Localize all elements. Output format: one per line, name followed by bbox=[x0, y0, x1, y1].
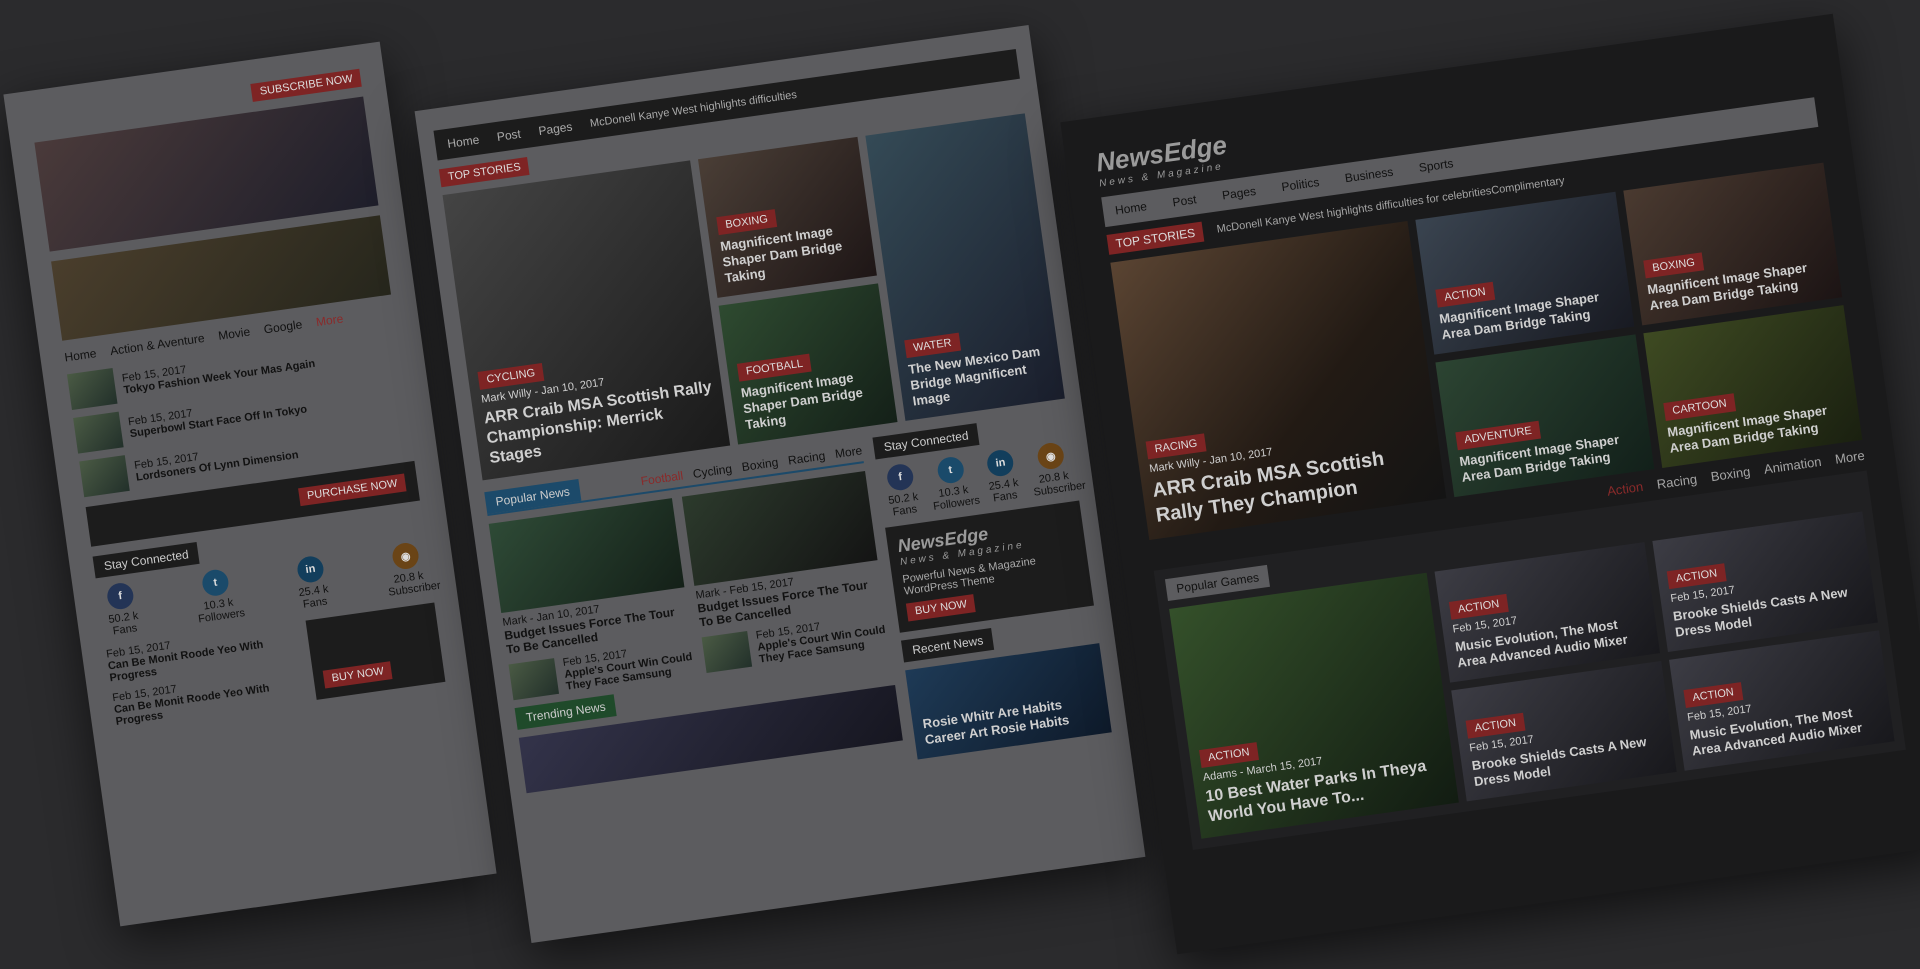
article-tile[interactable]: Water The New Mexico Dam Bridge Magnifice… bbox=[865, 113, 1065, 422]
social-linkedin[interactable]: in 25.4 k Fans bbox=[287, 553, 338, 612]
section-heading: Stay Connected bbox=[872, 423, 980, 460]
social-twitter[interactable]: t 10.3 k Followers bbox=[192, 567, 246, 625]
nav-home[interactable]: Home bbox=[446, 133, 480, 151]
section-heading: Popular News bbox=[484, 479, 582, 515]
nav-pages[interactable]: Pages bbox=[538, 120, 574, 139]
buy-now-button[interactable]: Buy Now bbox=[322, 661, 393, 689]
game-feature[interactable]: Action Adams - March 15, 2017 10 Best Wate… bbox=[1169, 572, 1459, 839]
rss-icon: ◉ bbox=[390, 541, 421, 571]
left-posts: Feb 15, 2017 Can Be Monit Roode Yeo With … bbox=[106, 622, 307, 728]
left-ad: Buy Now bbox=[305, 602, 446, 700]
rss-icon: ◉ bbox=[1036, 441, 1066, 472]
game-card[interactable]: Action Feb 15, 2017 Music Evolution, The M… bbox=[1669, 630, 1895, 771]
article-tile[interactable]: Football Magnificent Image Shaper Dam Bri… bbox=[718, 283, 898, 445]
article-tile[interactable]: Adventure Magnificent Image Shaper Area D… bbox=[1435, 334, 1655, 498]
game-card[interactable]: Action Feb 15, 2017 Brooke Shields Casts A… bbox=[1652, 511, 1878, 652]
right-page-mockup: NewsEdge News & Magazine Home Post Pages … bbox=[1060, 13, 1920, 955]
buy-now-button[interactable]: Buy Now bbox=[905, 594, 977, 622]
nav-business[interactable]: Business bbox=[1344, 165, 1394, 186]
article-card[interactable]: Mark - Jan 10, 2017 Budget Issues Force T… bbox=[488, 498, 691, 657]
game-card[interactable]: Action Feb 15, 2017 Brooke Shields Casts A… bbox=[1451, 660, 1677, 802]
tab[interactable]: Boxing bbox=[1710, 464, 1751, 484]
facebook-icon: f bbox=[105, 581, 136, 611]
tab[interactable]: More bbox=[1834, 448, 1865, 467]
linkedin-icon: in bbox=[985, 448, 1016, 479]
linkedin-icon: in bbox=[295, 554, 326, 585]
section-heading: Popular Games bbox=[1164, 564, 1271, 602]
social-facebook[interactable]: f 50.2 k Fans bbox=[877, 462, 928, 521]
tab[interactable]: Action & Aventure bbox=[109, 331, 205, 358]
stay-connected-widget: Stay Connected f 50.2 k Fans t 10.3 k Follow… bbox=[872, 411, 1112, 760]
tab[interactable]: Action bbox=[1606, 479, 1644, 499]
nav-pages[interactable]: Pages bbox=[1221, 184, 1257, 203]
tab[interactable]: Boxing bbox=[741, 455, 779, 474]
hero-article[interactable]: Cycling Mark Willy - Jan 10, 2017 ARR Crai… bbox=[442, 160, 731, 481]
nav-sports[interactable]: Sports bbox=[1418, 156, 1454, 175]
article-tile[interactable]: Boxing Magnificent Image Shaper Area Dam … bbox=[1623, 162, 1843, 326]
tab[interactable]: Football bbox=[640, 469, 684, 489]
purchase-button[interactable]: Purchase Now bbox=[298, 473, 407, 507]
twitter-icon: t bbox=[935, 455, 966, 486]
tab[interactable]: More bbox=[315, 311, 344, 329]
tab[interactable]: Animation bbox=[1763, 454, 1822, 477]
section-heading: Stay Connected bbox=[92, 541, 201, 579]
hero-article[interactable]: Racing Mark Willy - Jan 10, 2017 ARR Craib… bbox=[1110, 221, 1447, 541]
tab[interactable]: Racing bbox=[1656, 471, 1698, 491]
middle-page-mockup: Home Post Pages McDonell Kanye West high… bbox=[414, 24, 1146, 944]
facebook-icon: f bbox=[885, 462, 915, 493]
nav-home[interactable]: Home bbox=[1114, 199, 1148, 217]
tab[interactable]: Racing bbox=[787, 449, 826, 468]
popular-games-section: Popular Games Action Adams - March 15, 20… bbox=[1153, 470, 1906, 850]
social-twitter[interactable]: t 10.3 k Followers bbox=[927, 455, 981, 513]
section-heading: Trending News bbox=[514, 694, 618, 731]
top-stories-label: Top Stories bbox=[438, 157, 530, 188]
top-stories-label: Top Stories bbox=[1106, 221, 1205, 255]
ad-banner[interactable]: NewsEdge News & Magazine Powerful News & … bbox=[885, 500, 1095, 634]
social-rss[interactable]: ◉ 20.8 k Subscriber bbox=[1027, 440, 1087, 499]
social-facebook[interactable]: f 50.2 k Fans bbox=[97, 580, 148, 639]
mockup-stage: Subscribe Now Home Action & Aventure Mov… bbox=[0, 0, 1920, 969]
recent-article[interactable]: Rosie Whitr Are Habits Career Art Rosie … bbox=[905, 643, 1112, 760]
nav-politics[interactable]: Politics bbox=[1281, 175, 1321, 194]
subscribe-button[interactable]: Subscribe Now bbox=[250, 68, 362, 102]
tab[interactable]: More bbox=[834, 444, 863, 462]
nav-post[interactable]: Post bbox=[1172, 192, 1198, 209]
article-card[interactable]: Mark - Feb 15, 2017 Budget Issues Force T… bbox=[681, 471, 884, 630]
tab[interactable]: Google bbox=[263, 317, 303, 336]
social-rss[interactable]: ◉ 20.8 k Subscriber bbox=[382, 540, 441, 599]
article-tile[interactable]: Action Magnificent Image Shaper Area Dam … bbox=[1415, 191, 1635, 355]
tab[interactable]: Movie bbox=[217, 325, 251, 343]
tab[interactable]: Cycling bbox=[692, 462, 733, 481]
tab[interactable]: Home bbox=[64, 346, 98, 364]
article-tile[interactable]: Boxing Magnificent Image Shaper Dam Bridg… bbox=[698, 137, 877, 299]
article-tile[interactable]: Cartoon Magnificent Image Shaper Area Dam… bbox=[1643, 305, 1863, 468]
section-heading: Recent News bbox=[901, 628, 995, 663]
game-card[interactable]: Action Feb 15, 2017 Music Evolution, The M… bbox=[1434, 542, 1661, 683]
nav-post[interactable]: Post bbox=[496, 127, 522, 144]
social-linkedin[interactable]: in 25.4 k Fans bbox=[977, 447, 1028, 506]
twitter-icon: t bbox=[200, 568, 231, 598]
